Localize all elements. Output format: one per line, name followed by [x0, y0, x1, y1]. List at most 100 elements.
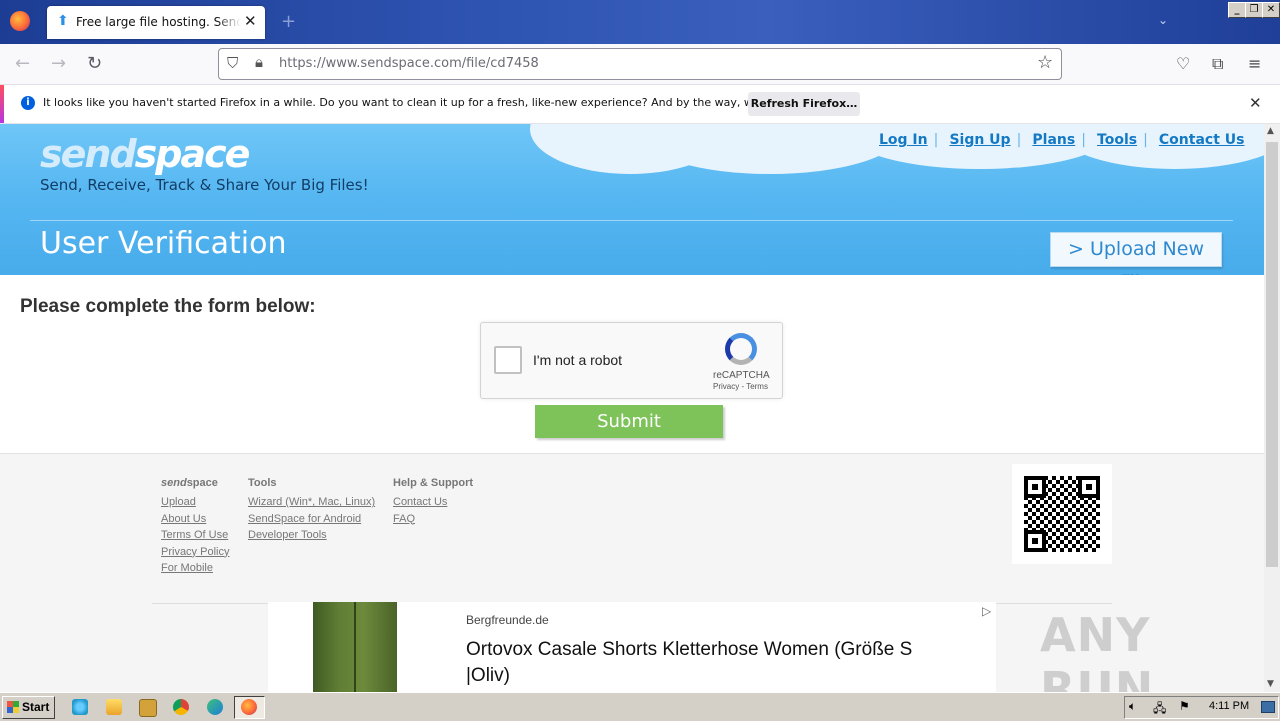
list-all-tabs-icon[interactable]: ⌄ — [1158, 13, 1168, 27]
footer-heading-send: send — [161, 477, 187, 489]
footer-link-contact-us[interactable]: Contact Us — [393, 494, 473, 511]
footer-heading-sendspace: sendspace — [161, 477, 229, 489]
notification-text: It looks like you haven't started Firefo… — [43, 96, 827, 109]
restore-window-button[interactable]: ❐ — [1245, 2, 1263, 18]
show-desktop-icon[interactable] — [1261, 701, 1275, 713]
windows-taskbar: Start 🔈︎ 🖧 ⚑ 4:11 PM — [0, 692, 1280, 721]
new-tab-icon[interactable]: + — [281, 11, 296, 32]
nav-sign-up[interactable]: Sign Up — [949, 132, 1010, 148]
recaptcha-brand: reCAPTCHA — [713, 370, 770, 381]
logo-send-text: send — [40, 132, 137, 176]
footer-link-faq[interactable]: FAQ — [393, 511, 473, 528]
info-icon: i — [21, 96, 35, 110]
footer-link-privacy[interactable]: Privacy Policy — [161, 544, 229, 561]
footer-link-terms[interactable]: Terms Of Use — [161, 527, 229, 544]
sendspace-favicon-icon: ⬆ — [57, 13, 69, 29]
nav-tools[interactable]: Tools — [1097, 132, 1137, 148]
footer-link-developer-tools[interactable]: Developer Tools — [248, 527, 375, 544]
top-navigation: Log In | Sign Up | Plans | Tools | Contact U… — [879, 132, 1245, 148]
url-text[interactable]: https://www.sendspace.com/file/cd7458 — [279, 56, 539, 71]
pocket-icon[interactable]: ♡ — [1176, 54, 1190, 73]
advertisement[interactable]: Bergfreunde.de Ortovox Casale Shorts Kle… — [268, 602, 996, 692]
file-explorer-icon[interactable] — [106, 699, 122, 715]
tab-close-icon[interactable]: ✕ — [244, 12, 257, 30]
network-icon[interactable]: 🖧 — [1153, 699, 1166, 720]
notification-accent — [0, 85, 4, 123]
form-heading: Please complete the form below: — [20, 296, 316, 317]
header-divider — [30, 220, 1233, 221]
browser-tab[interactable]: ⬆ Free large file hosting. Send big file… — [47, 6, 265, 39]
footer-column-tools: Tools Wizard (Win*, Mac, Linux) SendSpac… — [248, 477, 375, 544]
close-window-button[interactable]: ✕ — [1262, 2, 1280, 18]
qr-code — [1012, 464, 1112, 564]
qr-finder-pattern — [1024, 530, 1046, 552]
qr-finder-pattern — [1024, 476, 1046, 498]
minimize-window-button[interactable]: _ — [1228, 2, 1246, 18]
bookmark-star-icon[interactable]: ☆ — [1037, 52, 1053, 73]
tab-title: Free large file hosting. Send big files — [76, 15, 241, 29]
edge-icon[interactable] — [207, 699, 223, 715]
ad-title[interactable]: Ortovox Casale Shorts Kletterhose Women … — [466, 637, 956, 689]
lock-icon[interactable]: 🔒︎ — [255, 53, 263, 71]
footer-heading-space: space — [186, 477, 218, 489]
qr-finder-pattern — [1078, 476, 1100, 498]
media-player-icon[interactable] — [139, 699, 157, 717]
footer-link-android[interactable]: SendSpace for Android — [248, 511, 375, 528]
reload-icon[interactable]: ↻ — [87, 53, 102, 74]
extensions-icon[interactable]: ⧉ — [1212, 54, 1223, 74]
notification-close-icon[interactable]: ✕ — [1249, 94, 1262, 112]
app-menu-icon[interactable]: ≡ — [1248, 54, 1261, 73]
anyrun-watermark: ANY RUN — [1040, 608, 1155, 692]
web-page: sendspace Send, Receive, Track & Share Y… — [0, 124, 1264, 692]
upload-new-file-button[interactable]: > Upload New File — [1050, 232, 1222, 275]
footer-column-sendspace: sendspace Upload About Us Terms Of Use P… — [161, 477, 229, 577]
scrollbar-thumb[interactable] — [1266, 142, 1278, 567]
firefox-notification-bar: i It looks like you haven't started Fire… — [0, 85, 1280, 124]
url-bar[interactable]: ⛉ 🔒︎ https://www.sendspace.com/file/cd74… — [218, 48, 1062, 80]
ad-source[interactable]: Bergfreunde.de — [466, 613, 549, 627]
firefox-menu-icon[interactable] — [10, 11, 30, 31]
sendspace-logo[interactable]: sendspace — [40, 132, 251, 176]
recaptcha-label: I'm not a robot — [533, 352, 623, 368]
browser-titlebar: ⬆ Free large file hosting. Send big file… — [0, 0, 1280, 44]
system-tray: 🔈︎ 🖧 ⚑ 4:11 PM — [1124, 696, 1279, 719]
recaptcha-checkbox[interactable] — [494, 346, 522, 374]
start-button[interactable]: Start — [2, 696, 55, 719]
adchoices-icon[interactable]: ▷ — [982, 604, 991, 618]
nav-log-in[interactable]: Log In — [879, 132, 928, 148]
recaptcha-privacy-terms-link[interactable]: Privacy - Terms — [713, 382, 768, 391]
windows-logo-icon — [7, 701, 19, 713]
recaptcha-logo-icon — [725, 333, 757, 365]
forward-icon[interactable]: → — [51, 53, 66, 74]
tracking-protection-shield-icon[interactable]: ⛉ — [227, 54, 238, 72]
footer-link-upload[interactable]: Upload — [161, 494, 229, 511]
footer-column-help: Help & Support Contact Us FAQ — [393, 477, 473, 527]
submit-button[interactable]: Submit — [535, 405, 723, 438]
firefox-icon — [241, 699, 257, 715]
site-header: sendspace Send, Receive, Track & Share Y… — [0, 124, 1264, 275]
internet-explorer-icon[interactable] — [72, 699, 88, 715]
footer-heading-tools: Tools — [248, 477, 277, 489]
logo-space-text: space — [134, 132, 251, 176]
recaptcha-widget: I'm not a robot reCAPTCHA Privacy - Term… — [480, 322, 783, 399]
footer-link-wizard[interactable]: Wizard (Win*, Mac, Linux) — [248, 494, 375, 511]
footer-link-about-us[interactable]: About Us — [161, 511, 229, 528]
page-title: User Verification — [40, 226, 287, 261]
volume-icon[interactable]: 🔈︎ — [1129, 699, 1136, 714]
taskbar-clock[interactable]: 4:11 PM — [1209, 700, 1249, 712]
navigation-toolbar: ← → ↻ ⛉ 🔒︎ https://www.sendspace.com/fil… — [0, 44, 1280, 85]
site-tagline: Send, Receive, Track & Share Your Big Fi… — [40, 176, 369, 194]
scroll-up-icon[interactable]: ▲ — [1267, 126, 1274, 136]
footer-heading-help: Help & Support — [393, 477, 474, 489]
action-center-flag-icon[interactable]: ⚑ — [1179, 699, 1190, 713]
ad-product-image-detail — [354, 602, 356, 692]
refresh-firefox-button[interactable]: Refresh Firefox… — [748, 92, 860, 116]
footer-link-mobile[interactable]: For Mobile — [161, 560, 229, 577]
scroll-down-icon[interactable]: ▼ — [1267, 679, 1274, 689]
taskbar-firefox-button[interactable] — [234, 696, 265, 719]
back-icon[interactable]: ← — [15, 53, 30, 74]
nav-contact-us[interactable]: Contact Us — [1159, 132, 1245, 148]
nav-plans[interactable]: Plans — [1032, 132, 1075, 148]
chrome-icon[interactable] — [173, 699, 189, 715]
start-label: Start — [22, 700, 50, 714]
